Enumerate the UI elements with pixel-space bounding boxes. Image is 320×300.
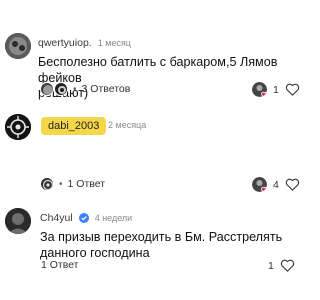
reply-avatar — [40, 177, 54, 191]
avatar-image — [5, 208, 31, 234]
separator-dot: • — [73, 83, 77, 95]
creator-heart-icon — [252, 82, 267, 97]
comment-3: Ch4yul 4 недели За призыв переходить в Б… — [0, 195, 300, 300]
replies-count: 1 Ответ — [67, 178, 106, 190]
like-count: 1 — [268, 259, 274, 272]
comment-meta: qwertyuiop. 1 месяц — [38, 37, 131, 49]
separator-dot: • — [59, 178, 63, 190]
username[interactable]: Ch4yul — [40, 212, 73, 224]
replies-button[interactable]: • 1 Ответ — [40, 177, 105, 191]
like-count: 1 — [273, 83, 279, 96]
replies-button[interactable]: 1 Ответ — [41, 259, 79, 271]
comment-text: За призыв переходить в Бм. Расстрелять д… — [40, 230, 283, 260]
heart-outline-icon[interactable] — [285, 177, 300, 192]
heart-outline-icon[interactable] — [280, 258, 295, 273]
comment-actions: 4 — [252, 177, 300, 192]
heart-outline-icon[interactable] — [285, 82, 300, 97]
timestamp: 2 месяца — [108, 120, 147, 130]
creator-heart-icon — [252, 177, 267, 192]
comment-actions: 1 — [252, 82, 300, 97]
username[interactable]: qwertyuiop. — [38, 37, 92, 49]
comment-1: qwertyuiop. 1 месяц Бесполезно батлить с… — [0, 0, 300, 110]
replies-button[interactable]: • 3 Ответов — [40, 82, 130, 96]
avatar[interactable] — [5, 33, 31, 59]
reply-avatar — [40, 82, 54, 96]
replies-count: 1 Ответ — [41, 259, 79, 271]
comment-meta: Ch4yul 4 недели — [40, 212, 132, 224]
verified-icon — [78, 213, 89, 223]
comment-2: dabi_2003 2 месяца • 1 Ответ 4 — [0, 110, 300, 195]
timestamp: 1 месяц — [97, 38, 131, 48]
avatar-image — [5, 33, 31, 59]
avatar-image — [5, 114, 31, 140]
reply-avatar — [54, 82, 68, 96]
comment-actions: 1 — [268, 258, 295, 273]
avatar[interactable] — [5, 208, 31, 234]
replies-count: 3 Ответов — [81, 83, 131, 95]
username-tag[interactable]: dabi_2003 — [41, 117, 107, 135]
avatar[interactable] — [5, 114, 31, 140]
like-count: 4 — [273, 178, 279, 191]
timestamp: 4 недели — [94, 213, 133, 223]
